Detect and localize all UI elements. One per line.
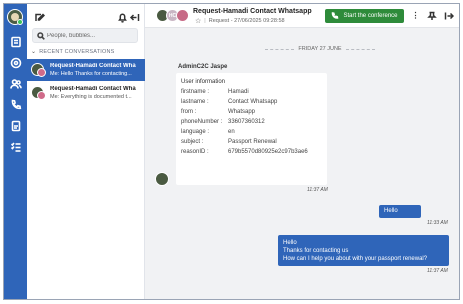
- conversation-title: Request-Hamadi Contact Wha: [50, 63, 136, 69]
- pin-icon[interactable]: [426, 10, 437, 21]
- conversation-list-panel: ⌄ RECENT CONVERSATIONS Request-Hamadi Co…: [27, 4, 145, 299]
- conversations-icon[interactable]: [9, 35, 22, 48]
- info-row: phoneNumber : 33607360312: [181, 119, 265, 125]
- star-icon[interactable]: ☆: [195, 17, 201, 25]
- conversation-title: Request-Hamadi Contact Whatsapp: [193, 8, 312, 15]
- user-information-card: User information firstname : Hamadi lastn…: [176, 73, 327, 185]
- list-toolbar: [27, 4, 144, 27]
- divider: [265, 48, 295, 50]
- info-key: firstname :: [181, 89, 210, 95]
- notifications-bell-icon[interactable]: [117, 10, 128, 23]
- sender-avatar: [155, 172, 169, 186]
- contacts-icon[interactable]: [9, 77, 22, 90]
- info-value: en: [228, 129, 235, 135]
- info-key: lastname :: [181, 99, 209, 105]
- conversation-subtitle: ☆ | Request - 27/06/2025 09:28:58: [195, 17, 285, 25]
- message-time: 11:33 AM: [427, 220, 448, 226]
- recent-conversations-header[interactable]: ⌄ RECENT CONVERSATIONS: [31, 48, 141, 56]
- message-text: Hello: [384, 208, 398, 214]
- avatar: [176, 9, 189, 22]
- info-row: firstname : Hamadi: [181, 89, 249, 95]
- new-chat-icon[interactable]: [34, 10, 46, 21]
- sent-message[interactable]: Hello: [379, 205, 421, 218]
- tasks-icon[interactable]: [9, 140, 22, 153]
- search-input[interactable]: [47, 30, 135, 41]
- conversation-item-active[interactable]: Request-Hamadi Contact Wha Me: Hello Tha…: [27, 59, 145, 81]
- conversation-snippet: Me: Hello Thanks for contacting...: [50, 71, 132, 77]
- conversation-title: Request-Hamadi Contact Wha: [50, 86, 136, 92]
- info-value: Contact Whatsapp: [228, 99, 278, 105]
- message-sender: AdminC2C Jaspe: [178, 64, 228, 70]
- info-value: 679b5570d80925e2c97b3ae6: [228, 149, 308, 155]
- section-label: RECENT CONVERSATIONS: [39, 48, 115, 55]
- chat-area: HC Request-Hamadi Contact Whatsapp ☆ | R…: [145, 4, 459, 299]
- info-row: subject : Passport Renewal: [181, 139, 277, 145]
- date-label: FRIDAY 27 JUNE: [298, 46, 342, 52]
- sent-message[interactable]: Hello Thanks for contacting us How can I…: [278, 235, 449, 266]
- divider: [345, 48, 376, 50]
- search-box[interactable]: [32, 28, 138, 43]
- info-row: from : Whatsapp: [181, 109, 255, 115]
- info-key: from :: [181, 109, 197, 115]
- info-row: lastname : Contact Whatsapp: [181, 99, 277, 105]
- app-window: ⌄ RECENT CONVERSATIONS Request-Hamadi Co…: [3, 3, 460, 300]
- left-rail: [4, 4, 27, 299]
- conversation-snippet: Me: Everything is documented t...: [50, 94, 132, 100]
- info-row: language : en: [181, 129, 235, 135]
- avatar: [37, 68, 46, 77]
- info-key: language :: [181, 129, 210, 135]
- collapse-panel-icon[interactable]: [129, 10, 140, 21]
- chat-header: HC Request-Hamadi Contact Whatsapp ☆ | R…: [145, 4, 459, 28]
- info-value: Hamadi: [228, 89, 249, 95]
- info-value: Whatsapp: [228, 109, 256, 115]
- chevron-down-icon: ⌄: [31, 49, 37, 55]
- info-key: subject :: [181, 139, 204, 145]
- message-text: Hello: [283, 240, 297, 246]
- online-status-icon: [17, 19, 23, 25]
- message-time: 11:37 AM: [427, 268, 448, 274]
- info-key: phoneNumber :: [181, 119, 223, 125]
- avatar: [37, 91, 46, 100]
- conference-phone-icon: [332, 12, 339, 19]
- search-icon: [37, 32, 45, 40]
- conversation-item[interactable]: Request-Hamadi Contact Wha Me: Everythin…: [27, 82, 145, 104]
- subtitle-divider: |: [204, 18, 206, 24]
- subtitle-text: Request - 27/06/2025 09:28:58: [208, 18, 285, 24]
- info-value: 33607360312: [228, 119, 265, 125]
- message-time: 11:37 AM: [307, 187, 328, 193]
- exit-conversation-icon[interactable]: [443, 10, 454, 21]
- card-heading: User information: [181, 79, 226, 85]
- message-text: Thanks for contacting us: [283, 248, 349, 254]
- bubbles-icon[interactable]: [9, 56, 22, 69]
- date-separator: FRIDAY 27 JUNE: [265, 46, 376, 52]
- start-conference-label: Start the conference: [343, 13, 398, 19]
- info-key: reasonID :: [181, 149, 209, 155]
- files-icon[interactable]: [9, 119, 22, 132]
- start-conference-button[interactable]: Start the conference: [325, 9, 404, 23]
- info-value: Passport Renewal: [228, 139, 277, 145]
- message-text: How can I help you about with your passp…: [283, 256, 428, 262]
- info-row: reasonID : 679b5570d80925e2c97b3ae6: [181, 149, 308, 155]
- calls-icon[interactable]: [9, 98, 22, 111]
- more-options-icon[interactable]: ⋮: [410, 10, 421, 21]
